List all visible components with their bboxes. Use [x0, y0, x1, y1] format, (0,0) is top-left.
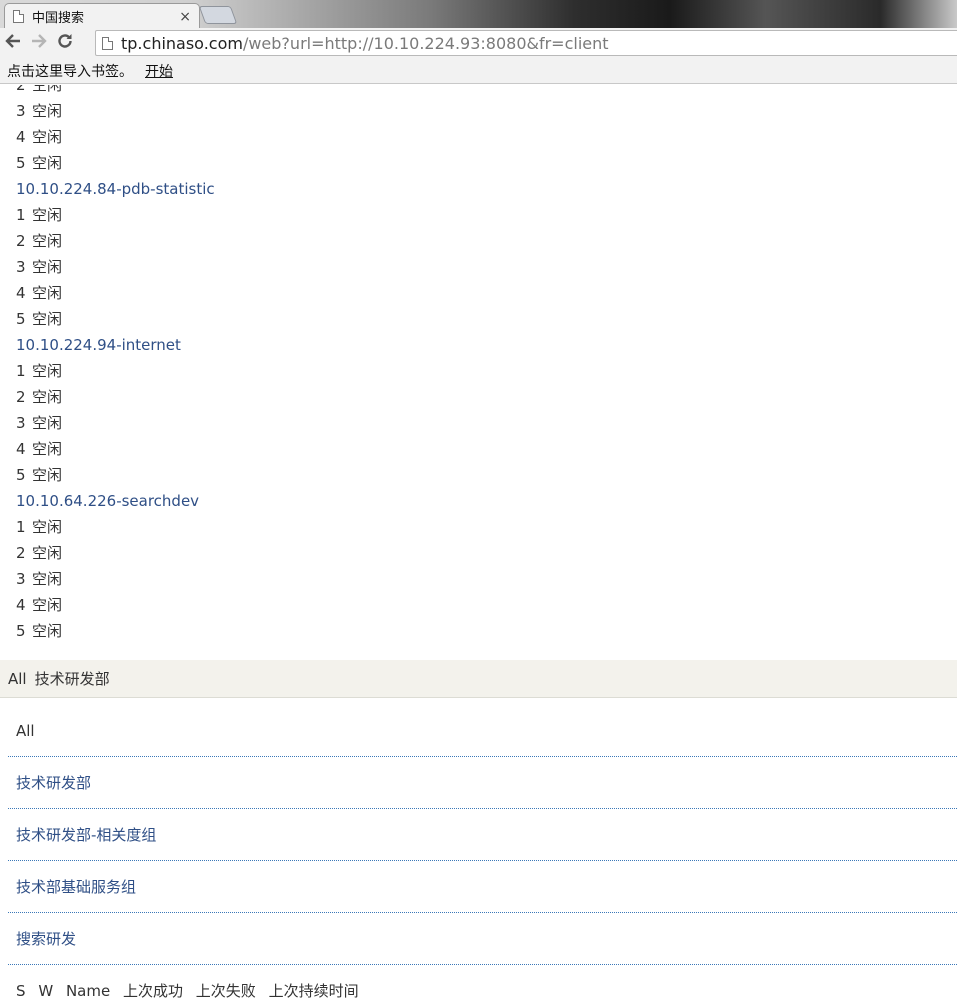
column-header-name[interactable]: Name: [66, 982, 110, 1000]
host-link[interactable]: 10.10.224.94-internet: [0, 332, 957, 358]
executor-slot: 5 空闲: [16, 466, 63, 484]
department-item[interactable]: 技术研发部: [8, 757, 957, 809]
breadcrumb-current[interactable]: 技术研发部: [35, 670, 110, 688]
address-bar[interactable]: tp.chinaso.com/web?url=http://10.10.224.…: [95, 30, 957, 56]
host-link[interactable]: 10.10.64.226-searchdev: [0, 488, 957, 514]
executor-slot: 1 空闲: [16, 362, 63, 380]
bookmark-start-link[interactable]: 开始: [145, 61, 173, 81]
executor-slot: 2 空闲: [16, 232, 63, 250]
tab-active[interactable]: 中国搜索 ×: [4, 3, 200, 29]
arrow-right-icon[interactable]: [26, 32, 52, 55]
executor-slot: 5 空闲: [16, 310, 63, 328]
bookmark-prompt: 点击这里导入书签。: [7, 63, 133, 80]
executor-slot: 5 空闲: [16, 154, 63, 172]
breadcrumb: All 技术研发部: [0, 660, 957, 698]
department-item[interactable]: 搜索研发: [8, 913, 957, 965]
executor-slot: 3 空闲: [16, 258, 63, 276]
executor-slot: 3 空闲: [16, 102, 63, 120]
executor-slot: 4 空闲: [16, 128, 63, 146]
executor-slot: 3 空闲: [16, 570, 63, 588]
url-host: tp.chinaso.com: [121, 33, 243, 53]
page-icon: [102, 36, 113, 50]
arrow-left-icon[interactable]: [0, 32, 26, 55]
close-icon[interactable]: ×: [179, 9, 191, 25]
executor-slot: 1 空闲: [16, 206, 63, 224]
url-text: tp.chinaso.com/web?url=http://10.10.224.…: [121, 34, 609, 53]
executor-slot: 5 空闲: [16, 622, 63, 640]
column-header-w[interactable]: W: [38, 982, 53, 1000]
page-icon: [13, 10, 24, 23]
column-header-last-duration[interactable]: 上次持续时间: [269, 982, 359, 1000]
executor-slot: 4 空闲: [16, 440, 63, 458]
column-header-last-success[interactable]: 上次成功: [123, 982, 183, 1000]
department-item[interactable]: 技术部基础服务组: [8, 861, 957, 913]
bookmark-bar: 点击这里导入书签。 开始: [0, 58, 957, 84]
executor-slot: 4 空闲: [16, 596, 63, 614]
executor-slot: 3 空闲: [16, 414, 63, 432]
department-item[interactable]: 技术研发部-相关度组: [8, 809, 957, 861]
executor-slot: 2 空闲: [16, 544, 63, 562]
breadcrumb-root[interactable]: All: [8, 670, 27, 688]
executor-slot: 4 空闲: [16, 284, 63, 302]
tab-strip: 中国搜索 ×: [0, 0, 957, 29]
host-link[interactable]: 10.10.224.84-pdb-statistic: [0, 176, 957, 202]
new-tab-button[interactable]: [198, 6, 238, 24]
column-header-last-failure[interactable]: 上次失败: [196, 982, 256, 1000]
executor-slot: 1 空闲: [16, 518, 63, 536]
executor-slot: 2 空闲: [16, 85, 63, 94]
job-table-header: S W Name 上次成功 上次失败 上次持续时间: [8, 965, 957, 1007]
column-header-s[interactable]: S: [16, 982, 26, 1000]
executor-list: 2 空闲 3 空闲 4 空闲 5 空闲 10.10.224.84-pdb-statist…: [0, 85, 957, 644]
tab-title: 中国搜索: [32, 11, 85, 26]
executor-slot: 2 空闲: [16, 388, 63, 406]
url-path: /web?url=http://10.10.224.93:8080&fr=cli…: [242, 33, 609, 53]
browser-toolbar: tp.chinaso.com/web?url=http://10.10.224.…: [0, 28, 957, 58]
reload-icon[interactable]: [52, 32, 78, 55]
page-content: 2 空闲 3 空闲 4 空闲 5 空闲 10.10.224.84-pdb-statist…: [0, 85, 957, 1007]
department-item[interactable]: All: [8, 705, 957, 757]
department-list: All 技术研发部 技术研发部-相关度组 技术部基础服务组 搜索研发 S W N…: [8, 705, 957, 1007]
